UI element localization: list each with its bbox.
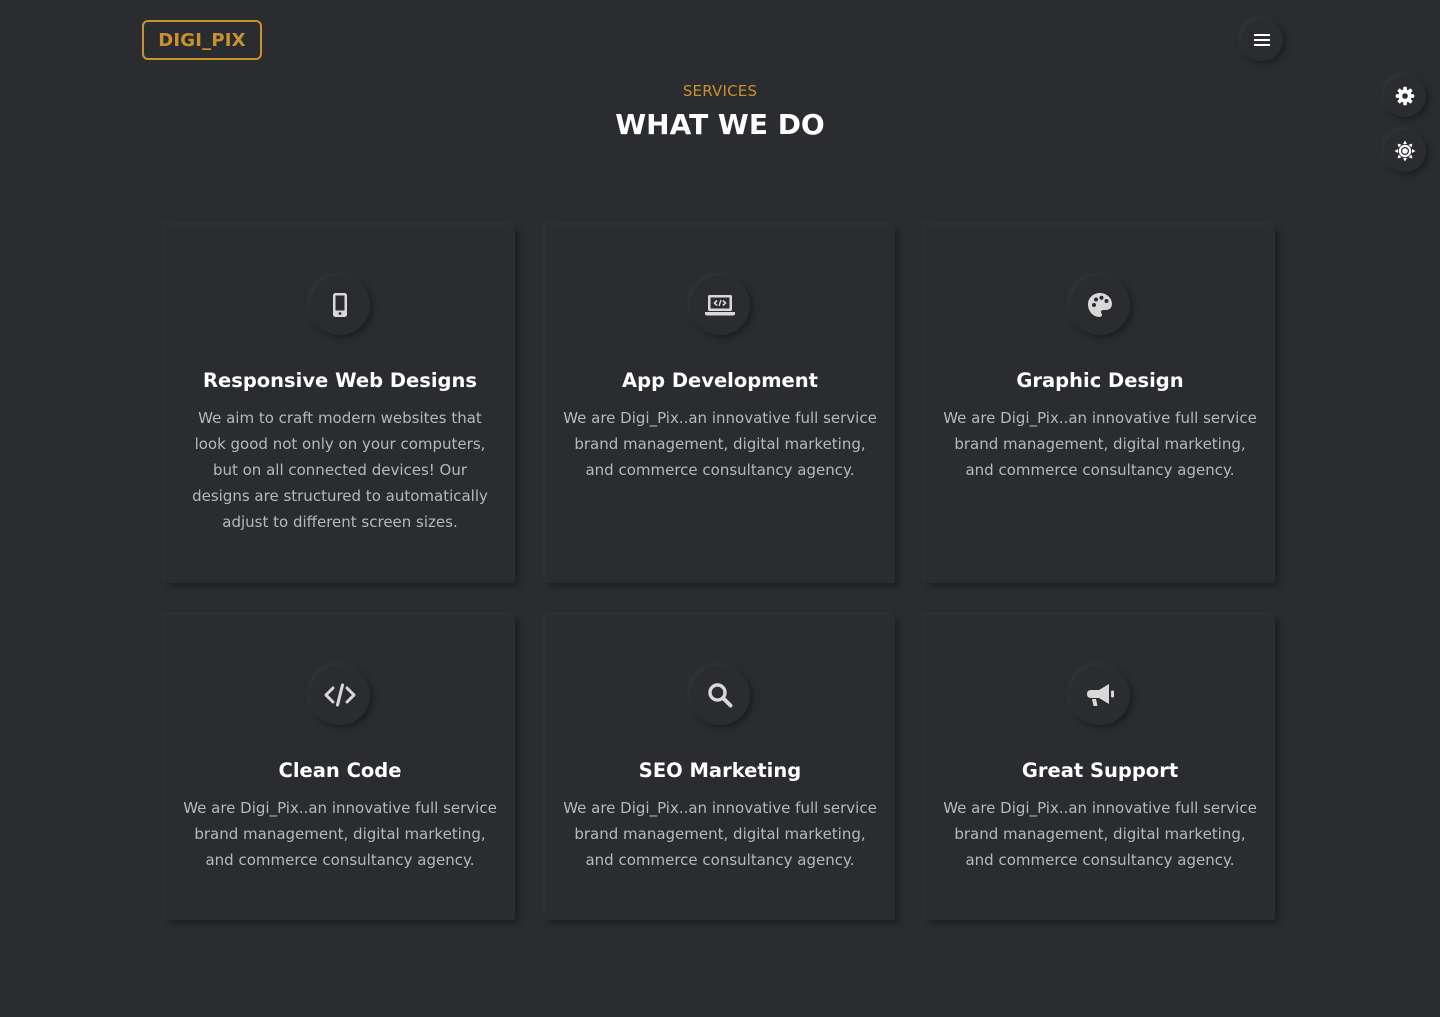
service-card-app-development: App Development We are Digi_Pix..an inno… [545,225,895,583]
service-description: We are Digi_Pix..an innovative full serv… [943,799,1257,869]
hamburger-menu-icon [1254,34,1270,46]
sun-icon [1394,140,1416,162]
service-card-graphic-design: Graphic Design We are Digi_Pix..an innov… [925,225,1275,583]
code-icon [324,683,356,707]
section-title: WHAT WE DO [615,108,825,141]
service-card-clean-code: Clean Code We are Digi_Pix..an innovativ… [165,615,515,920]
megaphone-icon [1087,684,1114,706]
service-description: We aim to craft modern websites that loo… [192,409,488,531]
service-icon-badge [310,275,370,335]
service-card-seo-marketing: SEO Marketing We are Digi_Pix..an innova… [545,615,895,920]
palette-icon [1088,293,1112,317]
service-icon-badge [1070,275,1130,335]
service-description: We are Digi_Pix..an innovative full serv… [943,409,1257,479]
service-title: App Development [622,369,818,392]
logo-text: DIGI_PIX [158,29,246,51]
service-title: Clean Code [278,759,402,782]
page: DIGI_PIX SERVICES WHAT WE DO Responsive … [0,0,1440,1017]
service-card-great-support: Great Support We are Digi_Pix..an innova… [925,615,1275,920]
service-title: Responsive Web Designs [202,369,478,392]
logo[interactable]: DIGI_PIX [142,20,262,60]
service-card-responsive-web-designs: Responsive Web Designs We aim to craft m… [165,225,515,583]
service-icon-badge [310,665,370,725]
service-title: SEO Marketing [638,759,802,782]
menu-button[interactable] [1241,19,1283,61]
service-icon-badge [1070,665,1130,725]
service-title: Great Support [1021,759,1179,782]
service-description: We are Digi_Pix..an innovative full serv… [183,799,497,869]
service-description: We are Digi_Pix..an innovative full serv… [563,799,877,869]
search-icon [708,683,733,708]
service-title: Graphic Design [1016,369,1184,392]
service-icon-badge [690,665,750,725]
section-eyebrow: SERVICES [682,82,758,100]
service-icon-badge [690,275,750,335]
laptop-code-icon [705,295,735,316]
mobile-phone-icon [333,293,347,317]
service-description: We are Digi_Pix..an innovative full serv… [563,409,877,479]
